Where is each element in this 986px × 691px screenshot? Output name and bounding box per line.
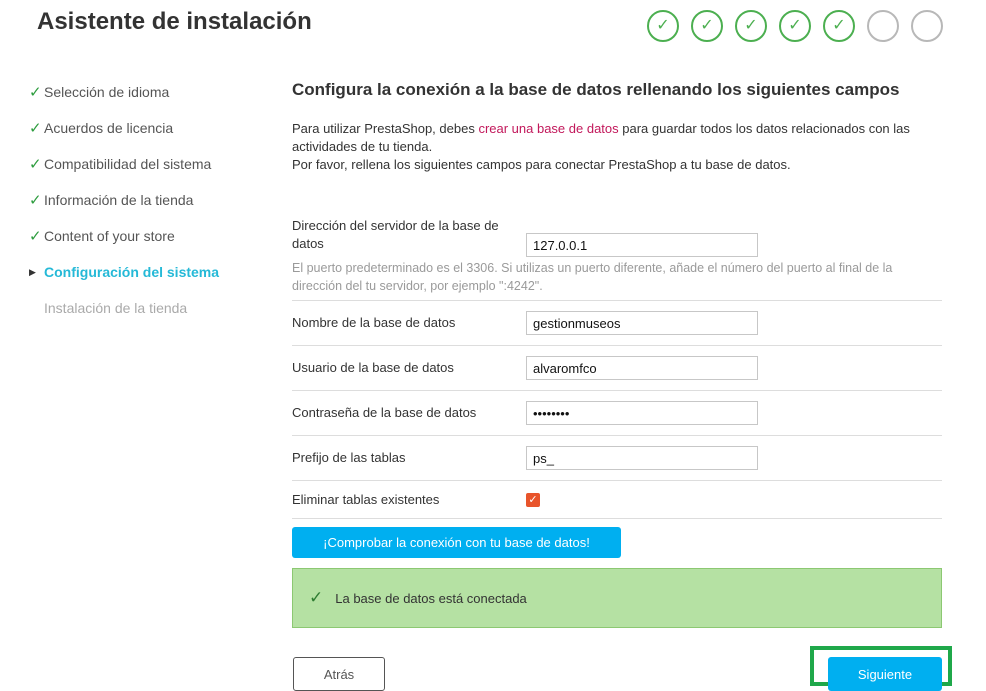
drop-tables-row: Eliminar tablas existentes ✓ xyxy=(292,481,942,519)
sidebar-item-store-info[interactable]: ✓ Información de la tienda xyxy=(29,182,279,218)
database-form: Dirección del servidor de la base de dat… xyxy=(292,217,942,519)
sidebar-item-license[interactable]: ✓ Acuerdos de licencia xyxy=(29,110,279,146)
sidebar-item-store-install: Instalación de la tienda xyxy=(29,290,279,326)
check-icon: ✓ xyxy=(29,228,42,245)
check-icon: ✓ xyxy=(29,84,42,101)
sidebar-item-label: Configuración del sistema xyxy=(44,264,220,280)
drop-tables-checkbox[interactable]: ✓ xyxy=(526,492,540,507)
sidebar-item-compatibility[interactable]: ✓ Compatibilidad del sistema xyxy=(29,146,279,182)
server-address-input[interactable] xyxy=(526,233,758,257)
page-title: Asistente de instalación xyxy=(37,8,312,35)
next-button[interactable]: Siguiente xyxy=(828,657,942,691)
dbname-label: Nombre de la base de datos xyxy=(292,315,456,330)
table-prefix-input[interactable] xyxy=(526,446,758,470)
user-label: Usuario de la base de datos xyxy=(292,360,454,375)
server-label: Dirección del servidor de la base de dat… xyxy=(292,218,499,251)
step-1-check-icon: ✓ xyxy=(647,10,679,42)
step-3-check-icon: ✓ xyxy=(735,10,767,42)
check-icon: ✓ xyxy=(29,156,42,173)
sidebar-item-label: Información de la tienda xyxy=(44,192,194,208)
step-5-check-icon: ✓ xyxy=(823,10,855,42)
step-4-check-icon: ✓ xyxy=(779,10,811,42)
alert-message: La base de datos está conectada xyxy=(335,590,527,606)
step-6-empty-circle-icon xyxy=(867,10,899,42)
password-label: Contraseña de la base de datos xyxy=(292,405,477,420)
sidebar-item-label: Content of your store xyxy=(44,228,175,244)
caret-right-icon: ▶ xyxy=(29,266,36,277)
database-name-input[interactable] xyxy=(526,311,758,335)
back-button[interactable]: Atrás xyxy=(293,657,385,691)
test-connection-button[interactable]: ¡Comprobar la conexión con tu base de da… xyxy=(292,527,621,558)
intro-text: Para utilizar PrestaShop, debes crear un… xyxy=(292,120,942,174)
intro-text-line2: Por favor, rellena los siguientes campos… xyxy=(292,157,791,172)
sidebar-item-label: Instalación de la tienda xyxy=(44,300,188,316)
create-database-link[interactable]: crear una base de datos xyxy=(478,121,618,136)
step-2-check-icon: ✓ xyxy=(691,10,723,42)
step-7-empty-circle-icon xyxy=(911,10,943,42)
check-icon: ✓ xyxy=(29,192,42,209)
main-content: Configura la conexión a la base de datos… xyxy=(292,78,942,174)
prefix-row: Prefijo de las tablas xyxy=(292,436,942,481)
dbname-row: Nombre de la base de datos xyxy=(292,301,942,346)
check-icon: ✓ xyxy=(528,494,538,506)
sidebar-item-label: Selección de idioma xyxy=(44,84,170,100)
user-row: Usuario de la base de datos xyxy=(292,346,942,391)
server-hint: El puerto predeterminado es el 3306. Si … xyxy=(292,261,893,293)
database-password-input[interactable] xyxy=(526,401,758,425)
sidebar-item-language[interactable]: ✓ Selección de idioma xyxy=(29,74,279,110)
password-row: Contraseña de la base de datos xyxy=(292,391,942,436)
section-heading: Configura la conexión a la base de datos… xyxy=(292,80,900,99)
server-row: Dirección del servidor de la base de dat… xyxy=(292,217,942,301)
check-icon: ✓ xyxy=(29,120,42,137)
sidebar-item-label: Acuerdos de licencia xyxy=(44,120,174,136)
sidebar-item-label: Compatibilidad del sistema xyxy=(44,156,212,172)
sidebar-steps: ✓ Selección de idioma ✓ Acuerdos de lice… xyxy=(29,74,279,326)
sidebar-item-content[interactable]: ✓ Content of your store xyxy=(29,218,279,254)
database-user-input[interactable] xyxy=(526,356,758,380)
sidebar-item-system-config[interactable]: ▶ Configuración del sistema xyxy=(29,254,279,290)
connection-success-alert: ✓ La base de datos está conectada xyxy=(292,568,942,628)
check-icon: ✓ xyxy=(309,588,324,607)
drop-tables-label: Eliminar tablas existentes xyxy=(292,491,440,507)
intro-text-start: Para utilizar PrestaShop, debes xyxy=(292,121,479,136)
progress-steps: ✓ ✓ ✓ ✓ ✓ xyxy=(647,10,943,42)
prefix-label: Prefijo de las tablas xyxy=(292,450,406,465)
